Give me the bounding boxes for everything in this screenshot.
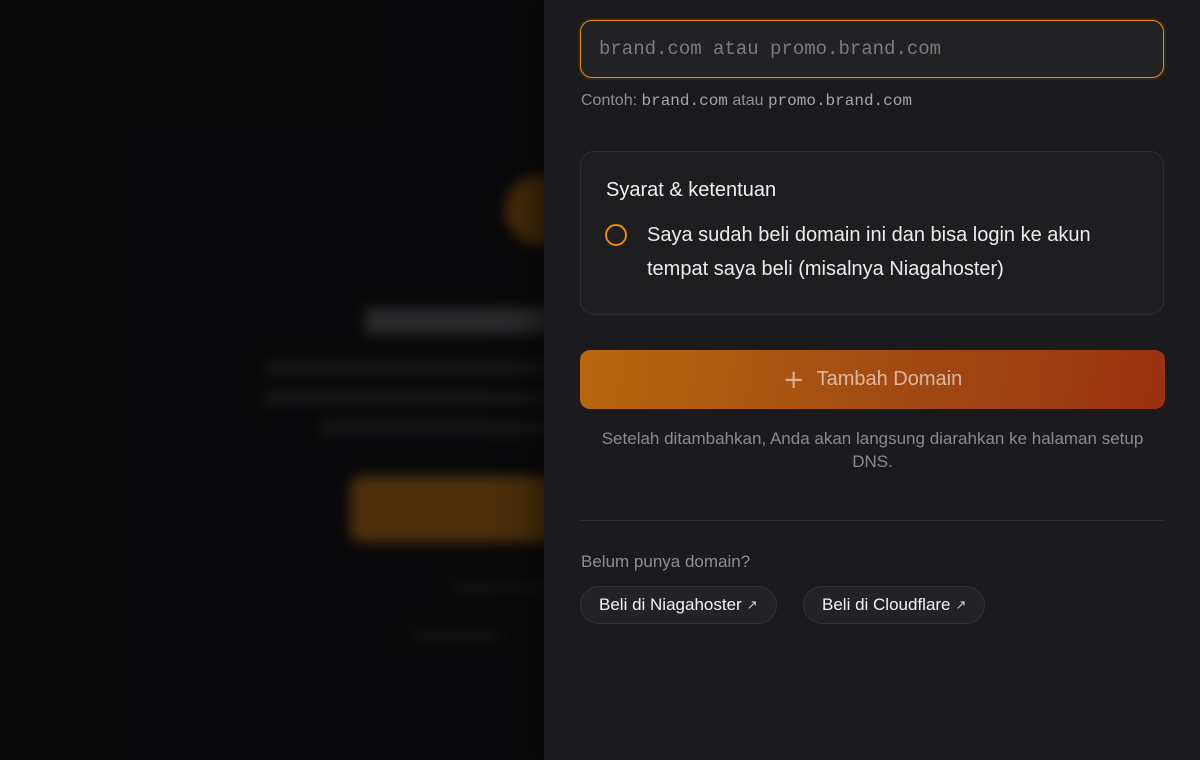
plus-icon: +	[782, 364, 805, 395]
buy-cloudflare-link[interactable]: Beli di Cloudflare ↗	[803, 586, 986, 624]
no-domain-prompt: Belum punya domain?	[581, 552, 751, 571]
add-domain-panel: Contoh: brand.com atau promo.brand.com S…	[544, 0, 1200, 760]
add-domain-button[interactable]: + Tambah Domain	[580, 350, 1165, 409]
add-domain-label: Tambah Domain	[816, 368, 963, 390]
hint-example-2: promo.brand.com	[767, 92, 912, 110]
buy-cloudflare-label: Beli di Cloudflare	[822, 595, 951, 614]
domain-input[interactable]	[580, 20, 1164, 78]
terms-checkbox-label[interactable]: Saya sudah beli domain ini dan bisa logi…	[647, 218, 1147, 286]
domain-hint: Contoh: brand.com atau promo.brand.com	[581, 92, 912, 110]
hint-prefix: Contoh:	[581, 92, 642, 109]
terms-checkbox[interactable]	[605, 224, 627, 246]
external-link-icon: ↗	[746, 597, 758, 613]
external-link-icon: ↗	[955, 597, 967, 613]
hint-example-1: brand.com	[641, 92, 728, 110]
divider	[580, 520, 1165, 521]
buy-niagahoster-label: Beli di Niagahoster	[599, 595, 742, 614]
buy-niagahoster-link[interactable]: Beli di Niagahoster ↗	[580, 586, 777, 624]
terms-card: Syarat & ketentuan Saya sudah beli domai…	[580, 151, 1164, 315]
hint-separator: atau	[727, 92, 768, 109]
terms-title: Syarat & ketentuan	[606, 179, 777, 201]
redirect-note: Setelah ditambahkan, Anda akan langsung …	[601, 429, 1144, 471]
